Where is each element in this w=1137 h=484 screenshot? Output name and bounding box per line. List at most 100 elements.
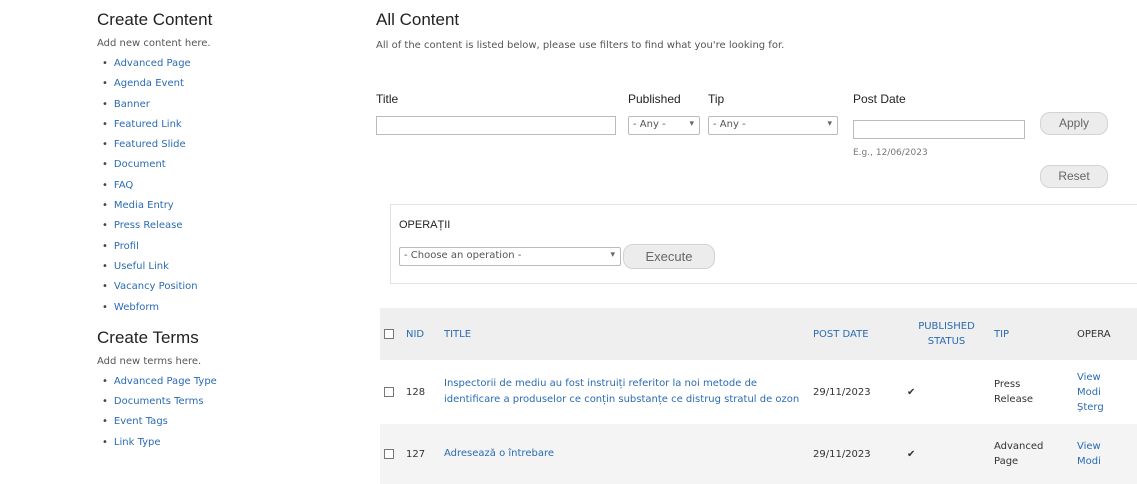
operations-cell: View Modi bbox=[1073, 424, 1137, 484]
chevron-down-icon: ▾ bbox=[689, 119, 694, 129]
content-type-link[interactable]: Advanced Page bbox=[114, 58, 191, 69]
bullet-icon: • bbox=[102, 78, 108, 90]
content-type-link[interactable]: Profil bbox=[114, 241, 139, 252]
edit-link[interactable]: Modi bbox=[1077, 454, 1133, 469]
bullet-icon: • bbox=[102, 200, 108, 212]
content-table-wrapper: NID TITLE POST DATE PUBLISHED STATUS TIP… bbox=[380, 308, 1137, 484]
post-date-hint: E.g., 12/06/2023 bbox=[853, 148, 928, 158]
list-item: • Agenda Event bbox=[102, 74, 337, 94]
operations-cell: View Modi Șterg bbox=[1073, 360, 1137, 424]
column-header-operations: OPERA bbox=[1077, 328, 1111, 340]
bullet-icon: • bbox=[102, 58, 108, 69]
table-header-row: NID TITLE POST DATE PUBLISHED STATUS TIP… bbox=[380, 308, 1137, 360]
list-item: • Media Entry bbox=[102, 196, 337, 216]
create-content-description: Add new content here. bbox=[97, 38, 211, 49]
content-type-link[interactable]: Featured Link bbox=[114, 119, 182, 130]
term-type-link[interactable]: Event Tags bbox=[114, 416, 168, 427]
published-cell: ✔ bbox=[903, 360, 990, 424]
chevron-down-icon: ▾ bbox=[827, 119, 832, 129]
tip-filter-label: Tip bbox=[708, 92, 725, 106]
filter-form: Title Published - Any - ▾ Tip - Any - ▾ … bbox=[376, 90, 1137, 200]
bullet-icon: • bbox=[102, 139, 108, 151]
bullet-icon: • bbox=[102, 240, 108, 252]
term-type-link[interactable]: Advanced Page Type bbox=[114, 376, 217, 387]
title-cell: Inspectorii de mediu au fost instruiți r… bbox=[440, 360, 809, 424]
bullet-icon: • bbox=[102, 375, 108, 387]
check-icon: ✔ bbox=[907, 386, 916, 398]
content-type-link[interactable]: Media Entry bbox=[114, 200, 174, 211]
content-type-list: • Advanced Page • Agenda Event • Banner • Fe… bbox=[97, 54, 337, 318]
content-type-link[interactable]: Vacancy Position bbox=[114, 281, 198, 292]
term-type-link[interactable]: Documents Terms bbox=[114, 396, 204, 407]
tip-line-2: Page bbox=[994, 456, 1019, 467]
column-header-nid[interactable]: NID bbox=[402, 308, 440, 360]
reset-button[interactable]: Reset bbox=[1040, 165, 1108, 188]
bullet-icon: • bbox=[102, 118, 108, 130]
tip-cell: Advanced Page bbox=[990, 424, 1073, 484]
published-filter-select[interactable]: - Any - ▾ bbox=[628, 116, 700, 135]
table-row: 128 Inspectorii de mediu au fost instrui… bbox=[380, 360, 1137, 424]
create-terms-title: Create Terms bbox=[97, 327, 199, 347]
list-item: • FAQ bbox=[102, 176, 337, 196]
published-filter-value: - Any - bbox=[633, 119, 666, 130]
tip-filter-select[interactable]: - Any - ▾ bbox=[708, 116, 838, 135]
post-date-filter-label: Post Date bbox=[853, 92, 906, 106]
published-status-line-2: STATUS bbox=[927, 336, 966, 347]
edit-link[interactable]: Modi bbox=[1077, 385, 1133, 400]
content-type-link[interactable]: Featured Slide bbox=[114, 139, 186, 150]
list-item: • Banner bbox=[102, 95, 337, 115]
post-date-cell: 29/11/2023 bbox=[813, 448, 871, 460]
tip-line-2: Release bbox=[994, 394, 1034, 405]
list-item: • Vacancy Position bbox=[102, 277, 337, 297]
execute-button[interactable]: Execute bbox=[623, 244, 715, 269]
list-item: • Featured Link bbox=[102, 115, 337, 135]
operations-title: OPERAȚII bbox=[399, 219, 451, 231]
content-title-link[interactable]: Adresează o întrebare bbox=[444, 448, 554, 459]
column-header-title[interactable]: TITLE bbox=[440, 308, 809, 360]
content-type-link[interactable]: Webform bbox=[114, 302, 159, 313]
list-item: • Link Type bbox=[102, 433, 337, 453]
tip-line-1: Advanced bbox=[994, 441, 1044, 452]
page-description: All of the content is listed below, plea… bbox=[376, 40, 785, 51]
title-filter-input[interactable] bbox=[376, 116, 616, 135]
column-header-published-status[interactable]: PUBLISHED STATUS bbox=[903, 308, 990, 360]
nid-cell: 127 bbox=[406, 448, 426, 460]
select-all-checkbox[interactable] bbox=[384, 328, 394, 339]
term-type-link[interactable]: Link Type bbox=[114, 437, 161, 448]
content-type-link[interactable]: Document bbox=[114, 159, 166, 170]
content-title-link[interactable]: Inspectorii de mediu au fost instruiți r… bbox=[444, 378, 799, 405]
list-item: • Profil bbox=[102, 237, 337, 257]
view-link[interactable]: View bbox=[1077, 439, 1133, 454]
sidebar: Create Content Add new content here. • Ad… bbox=[97, 10, 337, 453]
main-content: All Content All of the content is listed… bbox=[376, 10, 1137, 484]
row-select-cell bbox=[380, 360, 402, 424]
bullet-icon: • bbox=[102, 301, 108, 313]
content-type-link[interactable]: Press Release bbox=[114, 220, 183, 231]
bullet-icon: • bbox=[102, 416, 108, 428]
content-type-link[interactable]: Agenda Event bbox=[114, 78, 184, 89]
delete-link[interactable]: Șterg bbox=[1077, 400, 1133, 415]
content-type-link[interactable]: Banner bbox=[114, 99, 150, 110]
bullet-icon: • bbox=[102, 159, 108, 171]
nid-cell: 128 bbox=[406, 386, 426, 398]
bullet-icon: • bbox=[102, 98, 108, 110]
content-type-link[interactable]: Useful Link bbox=[114, 261, 169, 272]
page-title: All Content bbox=[376, 10, 460, 29]
view-link[interactable]: View bbox=[1077, 370, 1133, 385]
row-checkbox[interactable] bbox=[384, 448, 394, 459]
operation-select[interactable]: - Choose an operation - ▾ bbox=[399, 247, 621, 266]
content-table: NID TITLE POST DATE PUBLISHED STATUS TIP… bbox=[380, 308, 1137, 484]
bullet-icon: • bbox=[102, 396, 108, 408]
row-checkbox[interactable] bbox=[384, 386, 394, 397]
row-select-cell bbox=[380, 424, 402, 484]
create-terms-description: Add new terms here. bbox=[97, 355, 202, 367]
apply-button[interactable]: Apply bbox=[1040, 112, 1108, 135]
column-header-post-date[interactable]: POST DATE bbox=[809, 308, 903, 360]
bullet-icon: • bbox=[102, 260, 108, 272]
term-type-list: • Advanced Page Type • Documents Terms • Ev… bbox=[97, 372, 337, 453]
list-item: • Useful Link bbox=[102, 257, 337, 277]
column-header-tip[interactable]: TIP bbox=[990, 308, 1073, 360]
bullet-icon: • bbox=[102, 281, 108, 293]
content-type-link[interactable]: FAQ bbox=[114, 180, 133, 191]
post-date-filter-input[interactable] bbox=[853, 120, 1025, 139]
